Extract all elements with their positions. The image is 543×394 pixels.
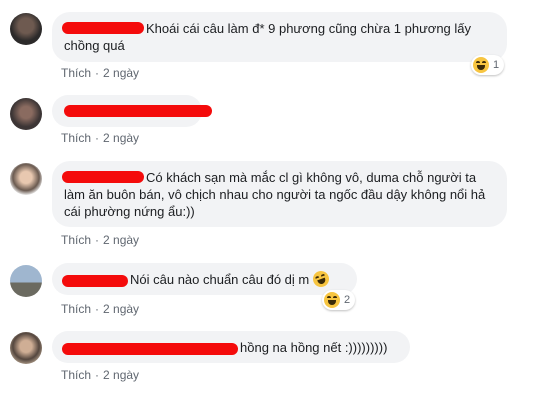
separator-dot: ·: [95, 66, 100, 80]
reaction-count: 1: [493, 59, 500, 71]
haha-reaction-icon: [473, 57, 489, 73]
like-link[interactable]: Thích: [61, 368, 91, 382]
comment-author[interactable]: [62, 272, 128, 287]
comment-actions: Thích · 2 ngày: [61, 131, 139, 145]
separator-dot: ·: [95, 368, 100, 382]
comment-author[interactable]: [62, 21, 144, 35]
comment-bubble: [52, 95, 212, 127]
comment-actions: Thích · 2 ngày: [61, 368, 139, 382]
avatar[interactable]: [10, 163, 42, 195]
like-link[interactable]: Thích: [61, 131, 91, 145]
comment-bubble: Nói câu nào chuẩn câu đó dị m: [52, 263, 357, 295]
comment-author[interactable]: [62, 170, 144, 184]
comment-time[interactable]: 2 ngày: [103, 302, 139, 316]
like-link[interactable]: Thích: [61, 233, 91, 247]
reaction-badge[interactable]: 1: [471, 55, 505, 75]
redaction-mark: [64, 105, 212, 117]
comment-time[interactable]: 2 ngày: [103, 368, 139, 382]
avatar[interactable]: [10, 98, 42, 130]
reaction-count: 2: [344, 294, 351, 306]
avatar[interactable]: [10, 332, 42, 364]
separator-dot: ·: [95, 131, 100, 145]
rofl-emoji-icon: [310, 268, 332, 290]
comment-time[interactable]: 2 ngày: [103, 131, 139, 145]
like-link[interactable]: Thích: [61, 66, 91, 80]
separator-dot: ·: [95, 233, 100, 247]
redaction-mark: [62, 22, 144, 34]
comment-time[interactable]: 2 ngày: [103, 233, 139, 247]
like-link[interactable]: Thích: [61, 302, 91, 316]
comment-author[interactable]: [62, 340, 238, 355]
reaction-badge[interactable]: 2: [322, 290, 356, 310]
comment-actions: Thích · 2 ngày: [61, 302, 139, 316]
comment-actions: Thích · 2 ngày: [61, 233, 139, 247]
comment-text: Nói câu nào chuẩn câu đó dị m: [130, 272, 310, 287]
comment-author[interactable]: [64, 103, 212, 117]
comment-bubble: hồng na hồng nết :))))))))): [52, 331, 410, 363]
redaction-mark: [62, 275, 128, 287]
avatar[interactable]: [10, 265, 42, 297]
separator-dot: ·: [95, 302, 100, 316]
comment-bubble: Khoái cái câu làm đ* 9 phương cũng chừa …: [52, 12, 507, 62]
haha-reaction-icon: [324, 292, 340, 308]
comment-actions: Thích · 2 ngày: [61, 66, 139, 80]
comment-time[interactable]: 2 ngày: [103, 66, 139, 80]
comment-text: hồng na hồng nết :))))))))): [240, 340, 388, 355]
redaction-mark: [62, 343, 238, 355]
redaction-mark: [62, 171, 144, 183]
comment-bubble: Có khách sạn mà mắc cl gì không vô, duma…: [52, 161, 507, 227]
avatar[interactable]: [10, 13, 42, 45]
